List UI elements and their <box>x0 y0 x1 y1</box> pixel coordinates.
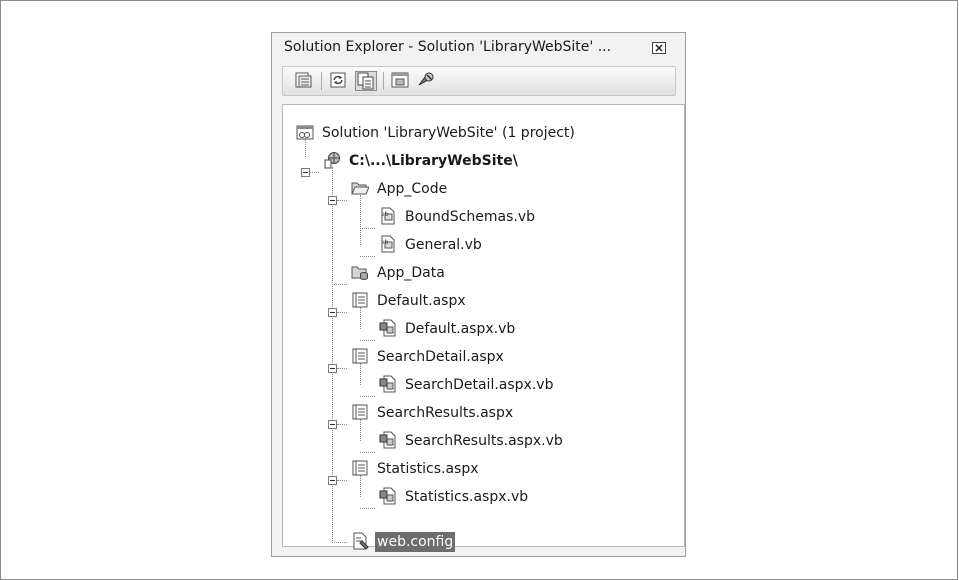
tree-item-label: Statistics.aspx <box>377 461 479 477</box>
solution-tree: Solution 'LibraryWebSite' (1 project) C:… <box>282 104 685 552</box>
tree-item-label: SearchResults.aspx <box>377 405 514 421</box>
tree-item-label: C:\...\LibraryWebSite\ <box>349 153 518 169</box>
expander-default-aspx[interactable] <box>328 308 337 317</box>
tree-connector <box>360 452 375 453</box>
tree-connector <box>360 256 375 257</box>
expander-project[interactable] <box>301 168 310 177</box>
refresh-icon <box>330 72 346 88</box>
tree-item-label: App_Code <box>377 181 448 197</box>
properties-button[interactable] <box>293 71 315 91</box>
tree-connector <box>360 195 361 245</box>
aspx-page-icon <box>352 460 368 476</box>
view-designer-icon <box>391 72 409 88</box>
aspx-page-icon <box>352 404 368 420</box>
tree-connector <box>360 396 375 397</box>
tree-item-label: SearchResults.aspx.vb <box>405 433 563 449</box>
tree-connector <box>360 340 375 341</box>
svg-text:vb: vb <box>381 239 389 246</box>
properties-icon <box>295 72 312 88</box>
tree-connector <box>360 508 375 509</box>
website-project-icon <box>324 152 340 169</box>
tree-connector <box>360 228 375 229</box>
tree-item-label: web.config <box>375 532 456 552</box>
tree-connector <box>337 368 347 369</box>
solution-icon <box>296 125 314 140</box>
tree-item-label: Solution 'LibraryWebSite' (1 project) <box>322 125 575 141</box>
show-all-files-icon <box>357 72 374 90</box>
toolbar-separator <box>321 72 322 90</box>
panel-title: Solution Explorer - Solution 'LibraryWeb… <box>284 39 612 55</box>
tree-connector <box>310 172 319 173</box>
tree-connector <box>332 542 347 543</box>
aspx-page-icon <box>352 348 368 364</box>
close-button[interactable] <box>652 42 666 54</box>
wcf-configure-button[interactable] <box>416 71 438 91</box>
close-icon <box>655 44 663 52</box>
code-behind-icon <box>379 487 396 505</box>
refresh-button[interactable] <box>328 71 350 91</box>
code-behind-icon <box>379 375 396 393</box>
tree-connector <box>337 312 347 313</box>
tree-connector <box>305 139 306 157</box>
tree-item-label: App_Data <box>377 265 445 281</box>
wcf-configure-icon <box>418 72 434 86</box>
view-designer-button[interactable] <box>390 71 412 91</box>
tree-item-label: BoundSchemas.vb <box>405 209 536 225</box>
tree-item-label: Default.aspx.vb <box>405 321 516 337</box>
explorer-toolbar <box>282 66 676 96</box>
tree-item-label: SearchDetail.aspx.vb <box>405 377 554 393</box>
aspx-page-icon <box>352 292 368 308</box>
tree-connector <box>360 419 361 441</box>
code-behind-icon <box>379 431 396 449</box>
tree-connector <box>360 475 361 497</box>
tree-item-label: General.vb <box>405 237 482 253</box>
panel-titlebar: Solution Explorer - Solution 'LibraryWeb… <box>272 33 685 61</box>
tree-item-label: SearchDetail.aspx <box>377 349 504 365</box>
expander-search-detail[interactable] <box>328 364 337 373</box>
tree-connector <box>332 284 347 285</box>
tree-connector <box>337 200 347 201</box>
expander-statistics[interactable] <box>328 476 337 485</box>
tree-connector <box>337 480 347 481</box>
tree-connector <box>332 167 333 543</box>
config-file-icon <box>353 532 369 550</box>
svg-text:vb: vb <box>381 211 389 218</box>
vb-file-icon: vb <box>381 235 395 253</box>
tree-connector <box>360 307 361 329</box>
toolbar-separator <box>383 72 384 90</box>
vb-file-icon: vb <box>381 207 395 225</box>
tree-connector <box>360 363 361 385</box>
tree-item-label: Default.aspx <box>377 293 466 309</box>
tree-item-label: Statistics.aspx.vb <box>405 489 529 505</box>
tree-connector <box>337 424 347 425</box>
show-all-files-button[interactable] <box>355 71 377 91</box>
open-folder-icon <box>351 182 369 195</box>
expander-app-code[interactable] <box>328 196 337 205</box>
expander-search-results[interactable] <box>328 420 337 429</box>
data-folder-icon <box>351 266 368 280</box>
code-behind-icon <box>379 319 396 337</box>
solution-explorer-panel: Solution Explorer - Solution 'LibraryWeb… <box>271 32 686 557</box>
